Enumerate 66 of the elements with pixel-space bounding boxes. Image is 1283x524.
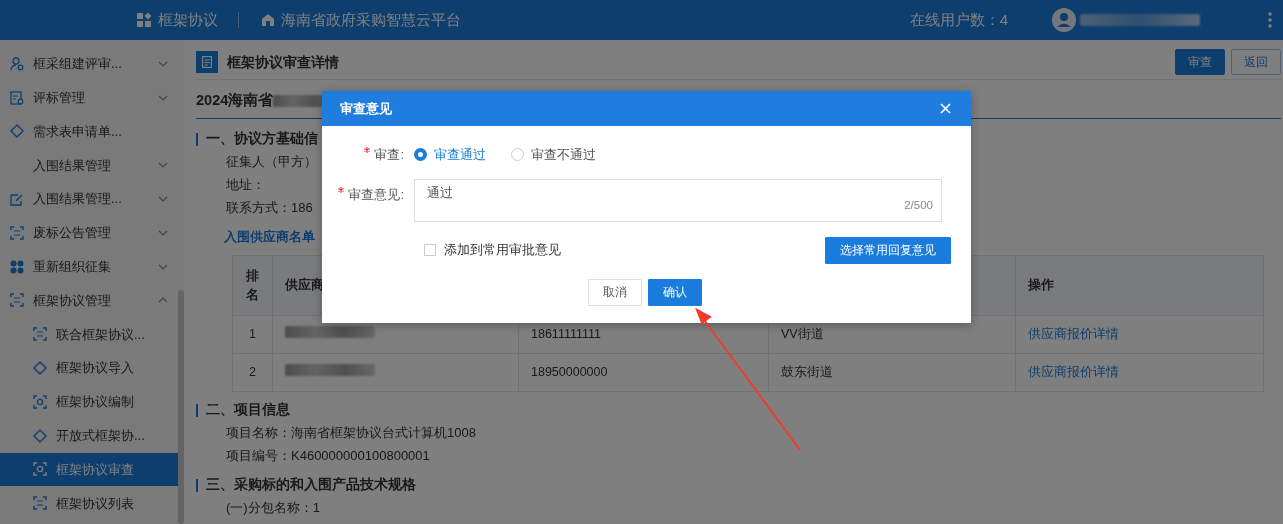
frame-icon (33, 394, 47, 409)
radio-button[interactable] (511, 148, 524, 162)
sidebar-item[interactable]: 评标管理 (0, 80, 180, 115)
frame-icon (33, 496, 47, 511)
field-label: 审查: (374, 147, 404, 162)
radio-label[interactable]: 审查不通过 (531, 145, 596, 165)
close-icon (940, 103, 951, 114)
column-header: 排名 (232, 255, 273, 316)
sidebar-item[interactable]: 重新组织征集 (0, 249, 180, 284)
dialog-title: 审查意见 (340, 99, 393, 118)
character-count: 2/500 (904, 198, 933, 214)
column-header: 操作 (1015, 255, 1264, 316)
sidebar-item[interactable]: 需求表申请单... (0, 114, 180, 149)
sidebar-item[interactable]: 框采组建评审... (0, 47, 180, 81)
detail-link[interactable]: 供应商报价详情 (1028, 327, 1119, 342)
table-cell: 18950000000 (518, 353, 769, 392)
frame-icon (10, 225, 24, 240)
document-icon (10, 90, 24, 105)
radio-button[interactable] (414, 148, 427, 162)
input-value: 通过 (427, 185, 453, 200)
choose-reply-button[interactable]: 选择常用回复意见 (825, 236, 951, 264)
online-users: 在线用户数：4 (909, 9, 1008, 30)
list-title: 入围供应商名单 (224, 228, 315, 246)
info-text: 征集人（甲方） (226, 153, 317, 171)
sidebar-item[interactable]: 入围结果管理... (0, 182, 180, 216)
platform-title: 海南省政府采购智慧云平台 (281, 9, 461, 30)
field-label: 审查意见: (348, 186, 404, 202)
close-button[interactable] (940, 103, 951, 114)
frame-icon (33, 462, 47, 477)
info-text: 项目编号：K460000000100800001 (226, 447, 430, 465)
sidebar-item[interactable]: 废标公告管理 (0, 216, 180, 250)
section-heading: 一、协议方基础信 (196, 128, 318, 150)
review-button[interactable]: 审查 (1175, 49, 1225, 75)
grid-icon (10, 259, 24, 274)
sidebar-item[interactable]: 框架协议审查 (0, 452, 180, 487)
page-glyph-icon (202, 56, 212, 68)
page-title: 框架协议审查详情 (227, 52, 340, 72)
table-cell: 1 (232, 315, 273, 354)
diamond-icon (10, 124, 24, 139)
table-cell: 2 (232, 353, 273, 392)
grid-icon (137, 13, 151, 27)
radio-label[interactable]: 审查通过 (434, 145, 486, 165)
more-icon (1268, 12, 1272, 28)
module-title: 框架协议 (157, 9, 218, 30)
checkbox[interactable] (424, 244, 436, 256)
section-heading: 三、采购标的和入围产品技术规格 (196, 474, 416, 496)
opinion-textarea[interactable]: 通过 2/500 (414, 178, 942, 222)
edit-icon (10, 192, 24, 207)
detail-link[interactable]: 供应商报价详情 (1028, 365, 1119, 380)
cancel-button[interactable]: 取消 (587, 278, 642, 306)
sidebar-item[interactable]: 入围结果管理 (0, 148, 180, 183)
info-text: 联系方式：186 (226, 199, 313, 217)
diamond-icon (33, 428, 47, 443)
person-icon (10, 56, 24, 71)
back-button[interactable]: 返回 (1231, 49, 1281, 75)
confirm-button[interactable]: 确认 (648, 278, 703, 306)
home-icon (260, 13, 275, 27)
project-title: 2024海南省 (196, 90, 274, 110)
table-cell: 鼓东街道 (768, 353, 1016, 392)
diamond-icon (33, 361, 47, 376)
section-heading: 二、项目信息 (196, 399, 290, 421)
info-text: 项目名称：海南省框架协议台式计算机1008 (226, 424, 476, 442)
frame-icon (33, 327, 47, 342)
frame-icon (10, 293, 24, 308)
avatar-icon (1052, 8, 1076, 32)
info-text: 地址： (226, 176, 265, 194)
